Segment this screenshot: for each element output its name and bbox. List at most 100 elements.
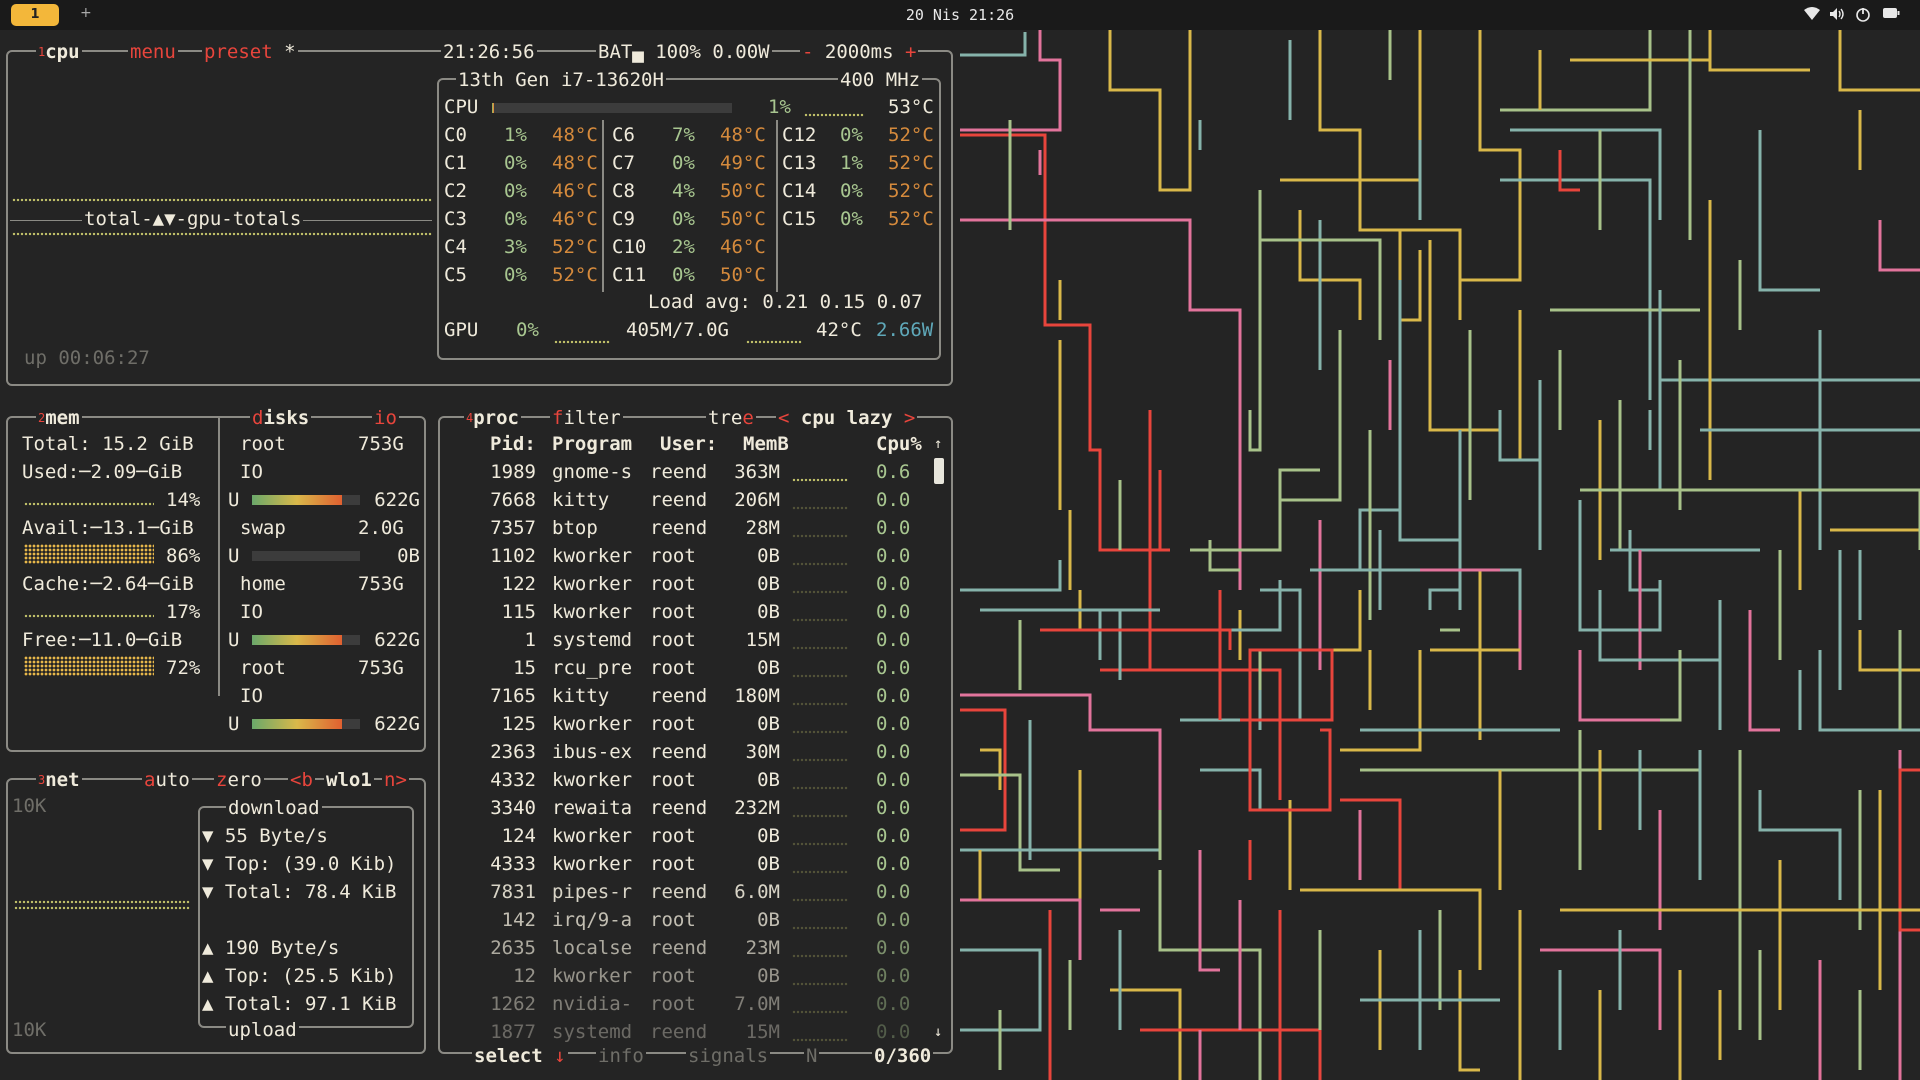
proc-mem[interactable]: 0B [757, 570, 780, 598]
proc-cpu[interactable]: 0.0 [876, 990, 910, 1018]
proc-cpu[interactable]: 0.0 [876, 486, 910, 514]
proc-user[interactable]: root [650, 962, 696, 990]
proc-user[interactable]: reend [650, 794, 707, 822]
proc-mem[interactable]: 15M [746, 626, 780, 654]
proc-panel-title[interactable]: 4proc [464, 404, 521, 432]
proc-mem[interactable]: 0B [757, 822, 780, 850]
proc-mem[interactable]: 28M [746, 514, 780, 542]
proc-user[interactable]: reend [650, 514, 707, 542]
proc-pid[interactable]: 122 [502, 570, 536, 598]
mem-panel-title[interactable]: 2mem [36, 404, 82, 432]
proc-mem[interactable]: 0B [757, 598, 780, 626]
proc-mem[interactable]: 7.0M [734, 990, 780, 1018]
proc-pid[interactable]: 2635 [490, 934, 536, 962]
net-auto-toggle[interactable]: auto [142, 766, 192, 794]
proc-mem[interactable]: 6.0M [734, 878, 780, 906]
col-program[interactable]: Program [552, 430, 632, 458]
proc-tree-toggle[interactable]: tree [706, 404, 756, 432]
proc-cpu[interactable]: 0.0 [876, 710, 910, 738]
interval-increase-button[interactable]: + [905, 41, 916, 63]
proc-program[interactable]: localse [552, 934, 632, 962]
scroll-down-arrow[interactable]: ↓ [934, 1018, 942, 1046]
proc-user[interactable]: root [650, 906, 696, 934]
proc-pid[interactable]: 142 [502, 906, 536, 934]
proc-cpu[interactable]: 0.6 [876, 458, 910, 486]
proc-pid[interactable]: 7668 [490, 486, 536, 514]
proc-mem[interactable]: 0B [757, 850, 780, 878]
proc-mem[interactable]: 206M [734, 486, 780, 514]
proc-user[interactable]: root [650, 570, 696, 598]
proc-pid[interactable]: 1262 [490, 990, 536, 1018]
proc-pid[interactable]: 1102 [490, 542, 536, 570]
volume-icon[interactable] [1829, 7, 1845, 23]
proc-user[interactable]: reend [650, 682, 707, 710]
battery-icon[interactable] [1882, 7, 1900, 23]
proc-mem[interactable]: 30M [746, 738, 780, 766]
sort-prev-button[interactable]: < [778, 407, 789, 429]
interval-control[interactable]: - 2000ms + [800, 38, 919, 66]
proc-user[interactable]: reend [650, 486, 707, 514]
proc-program[interactable]: rewaita [552, 794, 632, 822]
proc-pid[interactable]: 12 [513, 962, 536, 990]
proc-user[interactable]: reend [650, 458, 707, 486]
proc-cpu[interactable]: 0.0 [876, 934, 910, 962]
proc-program[interactable]: kworker [552, 766, 632, 794]
proc-cpu[interactable]: 0.0 [876, 794, 910, 822]
disks-io-toggle[interactable]: io [372, 404, 399, 432]
proc-cpu[interactable]: 0.0 [876, 514, 910, 542]
proc-program[interactable]: kworker [552, 710, 632, 738]
proc-cpu[interactable]: 0.0 [876, 598, 910, 626]
proc-pid[interactable]: 1989 [490, 458, 536, 486]
proc-mem[interactable]: 0B [757, 962, 780, 990]
net-zero-toggle[interactable]: zero [214, 766, 264, 794]
proc-user[interactable]: root [650, 654, 696, 682]
proc-cpu[interactable]: 0.0 [876, 738, 910, 766]
proc-program[interactable]: kworker [552, 850, 632, 878]
proc-pid[interactable]: 4332 [490, 766, 536, 794]
interval-decrease-button[interactable]: - [802, 41, 813, 63]
proc-sort-control[interactable]: < cpu lazy > [776, 404, 918, 432]
proc-pid[interactable]: 115 [502, 598, 536, 626]
proc-cpu[interactable]: 0.0 [876, 822, 910, 850]
proc-cpu[interactable]: 0.0 [876, 850, 910, 878]
proc-user[interactable]: reend [650, 878, 707, 906]
proc-mem[interactable]: 363M [734, 458, 780, 486]
proc-program[interactable]: rcu_pre [552, 654, 632, 682]
proc-cpu[interactable]: 0.0 [876, 906, 910, 934]
proc-mem[interactable]: 180M [734, 682, 780, 710]
proc-cpu[interactable]: 0.0 [876, 878, 910, 906]
proc-filter-button[interactable]: filter [550, 404, 623, 432]
wifi-icon[interactable] [1804, 7, 1820, 23]
proc-program[interactable]: pipes-r [552, 878, 632, 906]
proc-program[interactable]: kworker [552, 822, 632, 850]
proc-cpu[interactable]: 0.0 [876, 682, 910, 710]
col-pid[interactable]: Pid: [490, 430, 536, 458]
proc-user[interactable]: root [650, 822, 696, 850]
proc-signals-button[interactable]: signals [686, 1042, 771, 1070]
proc-user[interactable]: root [650, 766, 696, 794]
disks-title[interactable]: disks [250, 404, 312, 432]
proc-mem[interactable]: 0B [757, 542, 780, 570]
cpu-panel-title[interactable]: 1cpu [36, 38, 82, 66]
proc-select-button[interactable]: select ↓ [472, 1042, 568, 1070]
proc-program[interactable]: kworker [552, 962, 632, 990]
proc-program[interactable]: kworker [552, 542, 632, 570]
proc-nice-button[interactable]: N [804, 1042, 820, 1070]
proc-program[interactable]: systemd [552, 626, 632, 654]
proc-program[interactable]: nvidia- [552, 990, 632, 1018]
proc-info-button[interactable]: info [596, 1042, 646, 1070]
cpu-preset-button[interactable]: preset * [202, 38, 298, 66]
proc-program[interactable]: btop [552, 514, 598, 542]
proc-mem[interactable]: 0B [757, 906, 780, 934]
proc-pid[interactable]: 3340 [490, 794, 536, 822]
proc-cpu[interactable]: 0.0 [876, 626, 910, 654]
proc-pid[interactable]: 7357 [490, 514, 536, 542]
proc-user[interactable]: root [650, 626, 696, 654]
proc-pid[interactable]: 2363 [490, 738, 536, 766]
proc-pid[interactable]: 4333 [490, 850, 536, 878]
proc-user[interactable]: root [650, 710, 696, 738]
proc-mem[interactable]: 232M [734, 794, 780, 822]
proc-mem[interactable]: 0B [757, 710, 780, 738]
proc-user[interactable]: root [650, 598, 696, 626]
proc-pid[interactable]: 7165 [490, 682, 536, 710]
